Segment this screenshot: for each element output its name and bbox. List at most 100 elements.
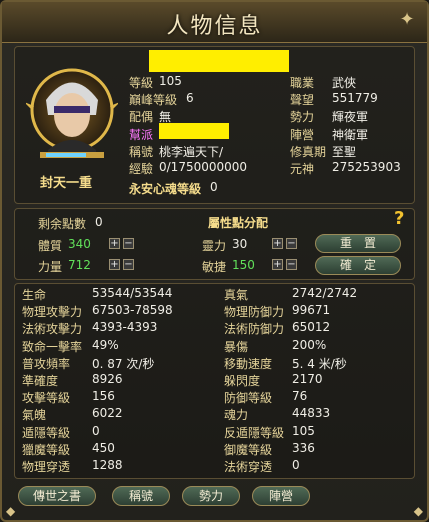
guild-redaction [159,123,229,139]
reset-button[interactable]: 重 置 [315,234,401,253]
spi-label: 靈力 [202,239,227,253]
stat-label: 生命 [22,288,47,302]
stat-value: 105 [292,423,315,438]
name-caption: 封天一重 [40,176,93,191]
stat-value: 5. 4 米/秒 [292,356,347,371]
corner-ornament-icon: ◆ [413,504,423,518]
fame-label: 聲望 [290,93,315,107]
cultivation-value: 至聖 [332,145,357,159]
stat-label: 御魔等級 [224,442,273,457]
exp-label: 經驗 [129,162,154,176]
stat-label: 防御等級 [224,391,273,406]
spi-plus-button[interactable]: + [272,238,283,249]
title-tab[interactable]: 稱號 [112,486,170,506]
avatar [24,60,120,170]
stat-value: 1288 [92,458,123,472]
heirloom-book-tab[interactable]: 傳世之書 [18,486,96,506]
stat-value: 2170 [292,372,323,386]
stat-value: 44833 [292,406,331,421]
remaining-points-value: 0 [95,215,103,229]
stat-value: 0. 87 次/秒 [92,356,155,371]
stat-label: 普攻頻率 [22,356,71,371]
stat-label: 真氣 [224,288,249,302]
stat-label: 物理攻擊力 [22,305,83,320]
soul-level-value: 0 [210,180,218,194]
spirit-label: 元神 [290,162,315,176]
window-title: 人物信息 [166,14,263,39]
str-label: 力量 [38,260,63,274]
stat-label: 獵魔等級 [22,442,71,457]
stat-label: 準確度 [22,374,59,388]
help-icon[interactable]: ? [394,208,404,229]
camp-label: 陣營 [290,128,315,142]
title-label: 稱號 [129,145,154,159]
str-value: 712 [68,258,91,272]
con-minus-button[interactable]: − [123,238,134,249]
stat-label: 法術防御力 [224,322,285,337]
spouse-label: 配偶 [129,110,154,124]
spirit-value: 275253903 [332,160,401,174]
stat-label: 躲閃度 [224,374,261,388]
agi-value: 150 [232,258,255,272]
corner-ornament-icon: ◆ [6,504,16,518]
stat-label: 法術攻擊力 [22,322,83,337]
job-label: 職業 [290,76,315,90]
attribute-allocation-header: 屬性點分配 [208,216,269,230]
stat-value: 53544/53544 [92,286,173,300]
stat-value: 2742/2742 [292,286,358,300]
close-icon[interactable]: ✦ [397,10,417,30]
force-label: 勢力 [290,110,315,124]
stat-label: 物理防御力 [224,305,285,320]
confirm-button[interactable]: 確 定 [315,256,401,275]
peak-level-label: 巔峰等級 [129,93,178,107]
title-value: 桃李遍天下/ [159,145,224,159]
stat-value: 0 [292,458,300,472]
con-plus-button[interactable]: + [109,238,120,249]
stat-label: 氣魄 [22,408,47,423]
cultivation-label: 修真期 [290,145,327,159]
title-bar[interactable]: 人物信息 ✦ [2,2,427,43]
stat-label: 暴傷 [224,339,249,354]
con-label: 體質 [38,239,63,253]
spi-value: 30 [232,237,248,251]
peak-level-value: 6 [186,91,194,105]
agi-label: 敏捷 [202,260,227,274]
agi-minus-button[interactable]: − [286,259,297,270]
soul-level-label: 永安心魂等級 [129,182,202,196]
stat-value: 6022 [92,406,123,421]
remaining-points-label: 剩余點數 [38,217,87,231]
spi-minus-button[interactable]: − [286,238,297,249]
force-value: 輝夜軍 [332,110,369,124]
stat-value: 49% [92,337,119,352]
con-value: 340 [68,237,91,251]
stat-label: 魂力 [224,408,249,423]
fame-value: 551779 [332,91,378,105]
stat-label: 攻擊等級 [22,391,71,406]
stat-label: 反遁隱等級 [224,425,285,440]
str-plus-button[interactable]: + [109,259,120,270]
stat-value: 336 [292,440,315,455]
stat-value: 76 [292,389,308,404]
stat-value: 65012 [292,320,331,335]
stat-label: 遁隱等級 [22,425,71,440]
stat-value: 8926 [92,372,123,386]
stat-value: 200% [292,337,327,352]
agi-plus-button[interactable]: + [272,259,283,270]
camp-tab[interactable]: 陣營 [252,486,310,506]
stat-value: 0 [92,423,100,438]
stat-value: 450 [92,440,115,455]
camp-value: 神衛軍 [332,128,369,142]
stat-label: 物理穿透 [22,460,71,474]
stat-value: 4393-4393 [92,320,158,335]
stat-value: 156 [92,389,115,404]
stat-label: 移動速度 [224,356,273,371]
name-redaction [149,50,289,72]
str-minus-button[interactable]: − [123,259,134,270]
level-value: 105 [159,74,182,88]
guild-label: 幫派 [129,128,154,142]
level-label: 等級 [129,76,154,90]
stat-value: 99671 [292,303,331,318]
force-tab[interactable]: 勢力 [182,486,240,506]
stat-label: 致命一擊率 [22,339,83,354]
stat-label: 法術穿透 [224,460,273,474]
